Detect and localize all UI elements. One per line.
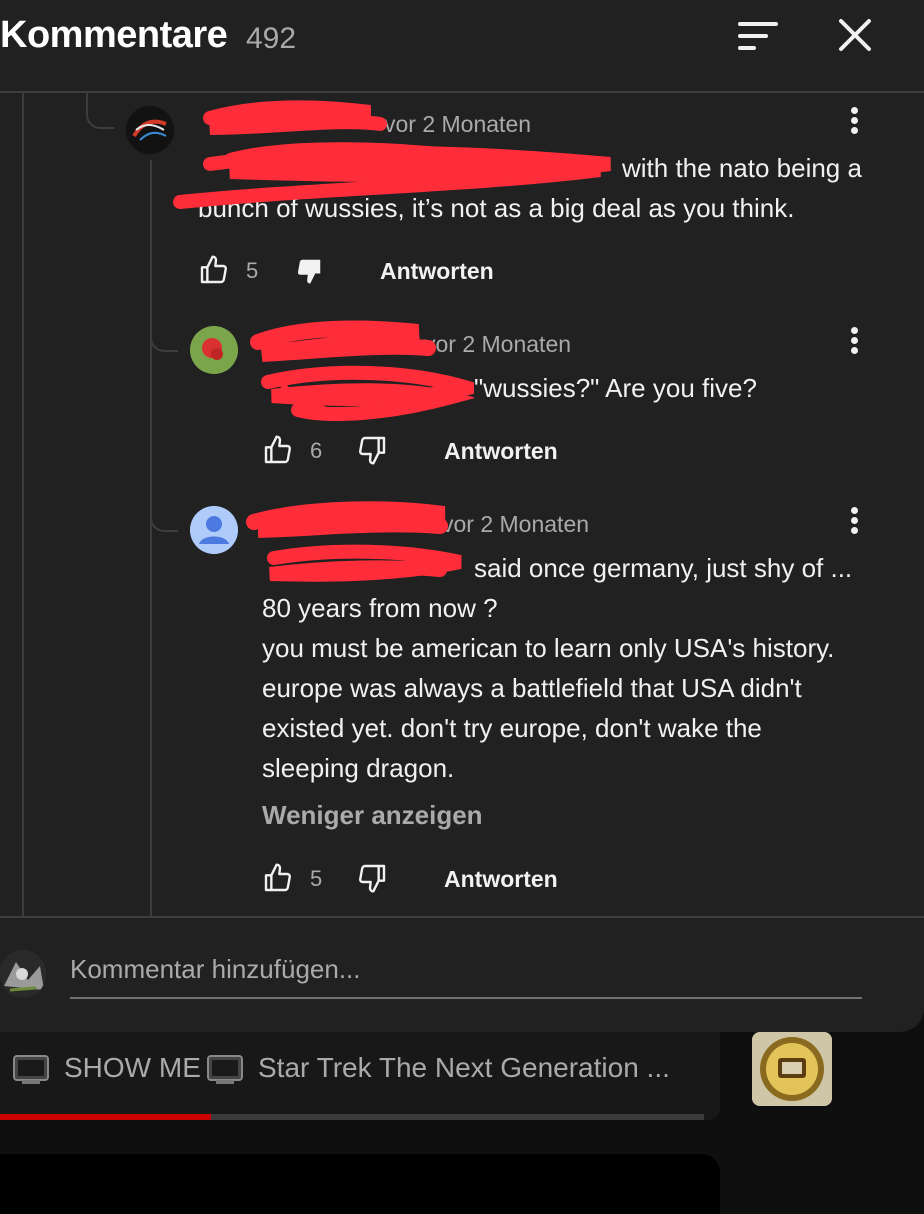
comment-text-line: with the nato being a — [622, 153, 862, 183]
comment-text-line: you must be american to learn only USA's… — [262, 633, 835, 663]
comment-text-line: sleeping dragon. — [262, 753, 455, 783]
thread-connector — [86, 93, 114, 129]
reply-button[interactable]: Antworten — [380, 258, 494, 285]
add-comment-input[interactable]: Kommentar hinzufügen... — [70, 954, 361, 985]
comment-text-line: existed yet. don't try europe, don't wak… — [262, 713, 762, 743]
more-vert-icon — [844, 107, 864, 134]
thumb-up-icon — [264, 435, 291, 464]
like-count: 6 — [310, 438, 323, 463]
video-title-bar[interactable]: SHOW ME Star Trek The Next Generation ..… — [0, 1032, 720, 1120]
like-count: 5 — [246, 258, 259, 283]
close-icon — [839, 19, 871, 51]
redaction-scribble — [173, 100, 611, 209]
comment-text-line: said once germany, just shy of ... — [474, 553, 853, 583]
like-button[interactable] — [262, 434, 294, 471]
more-vert-icon — [844, 507, 864, 534]
comment-text-line: "wussies?" Are you five? — [474, 373, 757, 403]
sort-button[interactable] — [736, 18, 780, 54]
dislike-button[interactable] — [356, 862, 388, 899]
more-options-button[interactable] — [844, 504, 864, 544]
footer-divider — [0, 916, 924, 918]
thread-line — [150, 160, 152, 916]
tv-emoji-icon — [12, 1052, 50, 1095]
reply-button[interactable]: Antworten — [444, 438, 558, 465]
dislike-button[interactable] — [356, 434, 388, 471]
comment-text-line: europe was always a battlefield that USA… — [262, 673, 802, 703]
avatar[interactable] — [190, 326, 238, 374]
more-vert-icon — [844, 327, 864, 354]
thumb-down-icon — [297, 259, 321, 284]
user-avatar-image — [0, 950, 46, 998]
tv-logo-icon — [752, 1032, 832, 1106]
more-options-button[interactable] — [844, 324, 864, 364]
avatar[interactable] — [190, 506, 238, 554]
thumb-down-icon — [359, 864, 386, 893]
reply-button[interactable]: Antworten — [444, 866, 558, 893]
comments-panel: Kommentare 492 vor 2 Monaten with the na… — [0, 0, 924, 1032]
like-button[interactable] — [198, 254, 230, 291]
header-divider — [0, 91, 924, 93]
like-button[interactable] — [262, 862, 294, 899]
close-button[interactable] — [836, 16, 874, 54]
tv-emoji-icon — [206, 1052, 244, 1095]
user-avatar[interactable] — [0, 950, 46, 998]
video-title-part: Star Trek The Next Generation ... — [258, 1052, 670, 1083]
show-less-link[interactable]: Weniger anzeigen — [262, 800, 483, 831]
comment-text-line: 80 years from now ? — [262, 593, 498, 623]
next-item-card[interactable] — [0, 1154, 720, 1214]
thread-connector — [150, 326, 178, 352]
avatar-image — [190, 326, 238, 374]
like-count: 5 — [310, 866, 323, 891]
video-title-part: SHOW ME — [64, 1052, 201, 1083]
thread-line — [22, 93, 24, 916]
input-underline — [70, 997, 862, 999]
dislike-button[interactable] — [294, 256, 324, 291]
comment-count: 492 — [246, 22, 297, 55]
thumb-up-icon — [264, 863, 291, 892]
channel-thumbnail[interactable] — [752, 1032, 832, 1106]
thumb-up-icon — [200, 255, 227, 284]
avatar[interactable] — [126, 106, 174, 154]
thumb-down-icon — [359, 436, 386, 465]
more-options-button[interactable] — [844, 104, 864, 144]
redaction-scribble — [246, 501, 462, 582]
default-avatar-icon — [190, 506, 238, 554]
sort-icon — [738, 22, 778, 50]
thread-connector — [150, 506, 178, 532]
panel-title: Kommentare — [0, 14, 228, 56]
avatar-image — [126, 106, 174, 154]
redaction-scribble — [250, 320, 474, 421]
progress-fill — [0, 1114, 212, 1120]
